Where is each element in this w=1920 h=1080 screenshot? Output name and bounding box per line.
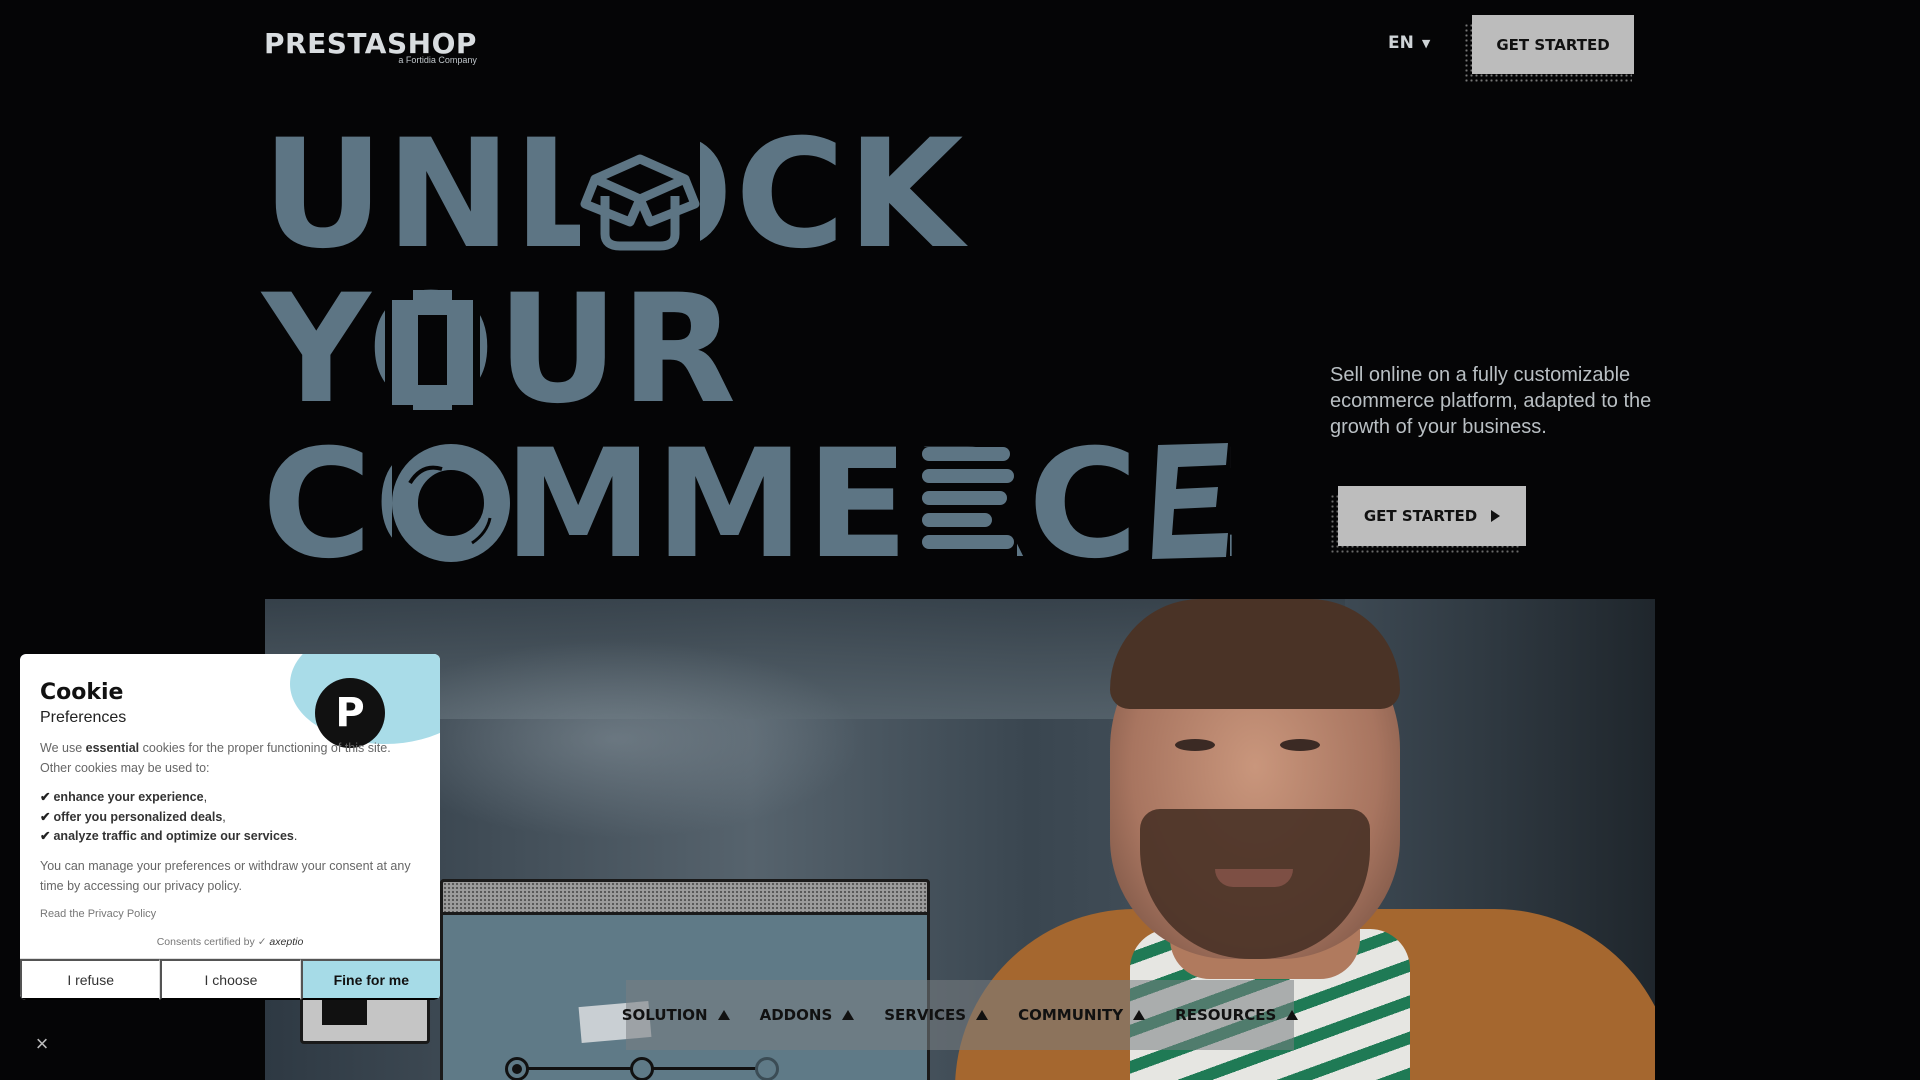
chevron-up-icon	[1133, 1010, 1146, 1020]
cookie-subtitle: Preferences	[40, 709, 127, 726]
carousel-dot[interactable]	[755, 1057, 779, 1080]
battery-glyph-icon	[385, 290, 480, 410]
chevron-up-icon	[1286, 1010, 1299, 1020]
striped-r-glyph-icon	[922, 447, 1017, 562]
hero-get-started-button[interactable]: GET STARTED	[1338, 486, 1526, 546]
nav-item-label: COMMUNITY	[1018, 1006, 1124, 1024]
page: PRESTASHOP a Fortidia Company EN ▼ GET S…	[0, 0, 1920, 1080]
axeptio-logo-icon: ✓	[257, 936, 270, 948]
hero-cta-label: GET STARTED	[1363, 507, 1478, 525]
brush-e-glyph-icon	[1150, 443, 1230, 561]
list-item: ✔ analyze traffic and optimize our servic…	[40, 827, 297, 847]
checkmark-icon: ✔	[40, 809, 51, 824]
list-item: ✔ enhance your experience,	[40, 788, 297, 808]
header-get-started-button[interactable]: GET STARTED	[1472, 15, 1634, 74]
prestashop-logo[interactable]: PRESTASHOP a Fortidia Company	[264, 27, 477, 66]
cookie-consent-dialog: P Cookie Preferences We use essential co…	[20, 654, 440, 1000]
checkmark-icon: ✔	[40, 829, 51, 843]
laptop-bezel-pattern	[440, 879, 930, 915]
man-hair	[1110, 599, 1400, 709]
refuse-button[interactable]: I refuse	[20, 959, 161, 1000]
man-eye-right	[1280, 739, 1320, 751]
play-arrow-icon	[1491, 510, 1501, 522]
cookie-intro-start: We use	[40, 741, 86, 755]
list-item-text: offer you personalized deals	[53, 809, 223, 824]
chevron-down-icon: ▼	[1421, 36, 1431, 50]
background-light	[365, 639, 865, 839]
cookie-title: Cookie	[40, 680, 124, 705]
cookie-button-row: I refuse I choose Fine for me	[20, 958, 440, 1000]
nav-item-solution[interactable]: SOLUTION	[622, 1006, 730, 1024]
nav-item-community[interactable]: COMMUNITY	[1018, 1006, 1146, 1024]
list-item-suffix: ,	[222, 809, 226, 824]
nav-item-resources[interactable]: RESOURCES	[1175, 1006, 1299, 1024]
list-item-text: enhance your experience	[53, 790, 204, 804]
list-item: ✔ offer you personalized deals,	[40, 808, 297, 828]
nav-item-addons[interactable]: ADDONS	[760, 1006, 855, 1024]
chevron-up-icon	[842, 1010, 855, 1020]
cookie-purpose-list: ✔ enhance your experience, ✔ offer you per…	[40, 788, 297, 847]
checkmark-icon: ✔	[40, 790, 51, 804]
certified-text: Consents certified by	[156, 936, 255, 948]
carousel-dot-active[interactable]	[505, 1057, 529, 1080]
nav-item-label: RESOURCES	[1175, 1006, 1277, 1024]
close-icon[interactable]: ×	[32, 1033, 52, 1055]
brush-o-glyph-icon	[392, 443, 510, 563]
man-mouth	[1215, 869, 1293, 887]
language-selector[interactable]: EN ▼	[1388, 33, 1430, 53]
nav-item-label: SOLUTION	[621, 1006, 708, 1024]
cookie-intro-bold: essential	[85, 741, 140, 755]
nav-item-services[interactable]: SERVICES	[884, 1006, 989, 1024]
accept-button[interactable]: Fine for me	[300, 959, 440, 1000]
list-item-text: analyze traffic and optimize our service…	[53, 829, 294, 843]
open-box-icon	[580, 134, 700, 254]
choose-button[interactable]: I choose	[160, 959, 301, 1000]
chevron-up-icon	[717, 1010, 730, 1020]
cookie-intro: We use essential cookies for the proper …	[40, 738, 410, 778]
logo-subtext: a Fortidia Company	[398, 55, 477, 65]
bottom-nav: SOLUTION ADDONS SERVICES COMMUNITY RESOU…	[622, 980, 1299, 1050]
man-eye-left	[1175, 739, 1215, 751]
carousel-dot[interactable]	[630, 1057, 654, 1080]
hero-tagline: Sell online on a fully customizable ecom…	[1330, 364, 1652, 438]
privacy-policy-link[interactable]: Read the Privacy Policy	[40, 908, 156, 920]
language-label: EN	[1388, 33, 1414, 53]
certified-brand: axeptio	[269, 936, 304, 948]
consent-certification[interactable]: Consents certified by ✓ axeptio	[20, 936, 440, 948]
list-item-suffix: ,	[203, 790, 208, 804]
nav-item-label: ADDONS	[759, 1006, 833, 1024]
nav-item-label: SERVICES	[884, 1006, 967, 1024]
chevron-up-icon	[976, 1010, 989, 1020]
cookie-manage-text: You can manage your preferences or withd…	[40, 859, 411, 893]
headline-line-1: UNLOCK	[262, 118, 1245, 273]
device-screen	[322, 997, 367, 1025]
logo-text: PRESTASHOP	[264, 27, 477, 60]
list-item-suffix: .	[293, 829, 298, 843]
